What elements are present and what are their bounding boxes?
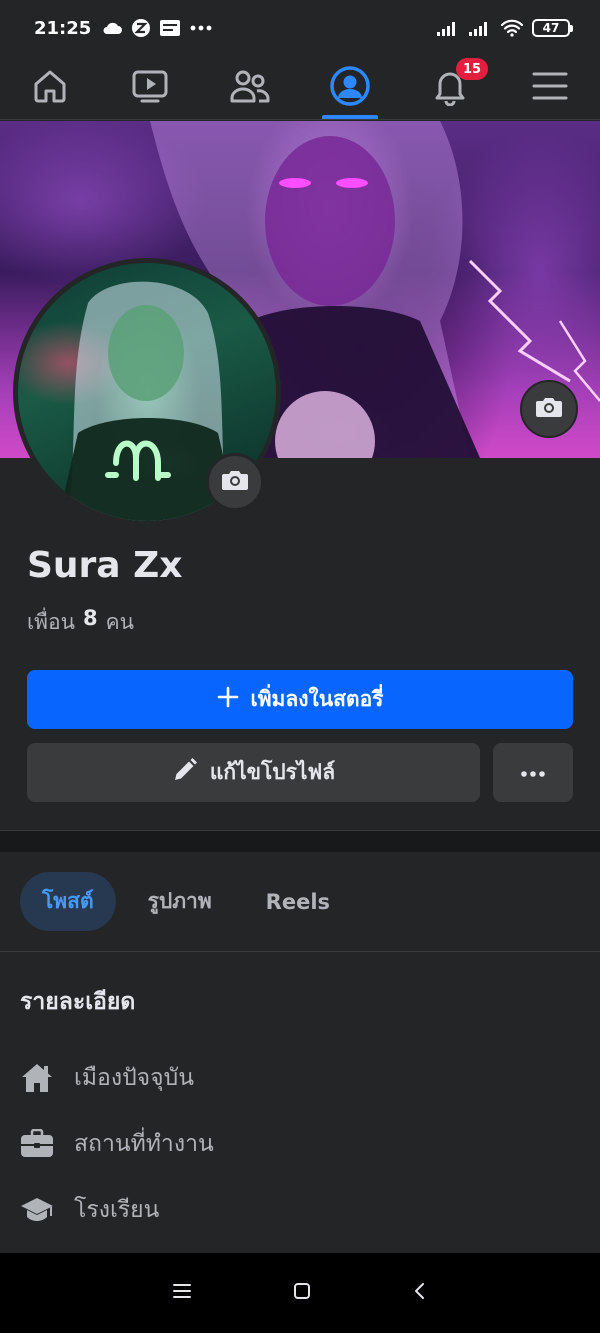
friends-prefix: เพื่อน <box>27 610 75 634</box>
top-nav: 15 <box>0 56 600 120</box>
add-story-button[interactable]: เพิ่มลงในสตอรี่ <box>27 670 573 729</box>
profile-tabs: โพสต์ รูปภาพ Reels <box>20 872 352 931</box>
detail-current-city[interactable]: เมืองปัจจุบัน <box>20 1060 194 1096</box>
friends-suffix: คน <box>105 610 135 634</box>
home-button-icon[interactable] <box>292 1281 312 1305</box>
detail-label: เมืองปัจจุบัน <box>74 1065 194 1091</box>
system-nav-bar <box>0 1253 600 1333</box>
nav-video[interactable] <box>100 56 200 119</box>
status-time: 21:25 <box>34 17 92 39</box>
cover-camera-button[interactable] <box>520 380 578 438</box>
plus-icon <box>217 686 239 713</box>
friends-number: 8 <box>83 606 98 630</box>
battery-icon: 47 <box>532 19 573 37</box>
detail-workplace[interactable]: สถานที่ทำงาน <box>20 1126 214 1162</box>
details-title: รายละเอียด <box>20 989 136 1015</box>
briefcase-icon <box>20 1127 54 1161</box>
tabs-divider <box>0 951 600 952</box>
detail-school[interactable]: โรงเรียน <box>20 1192 159 1228</box>
profile-name: Sura Zx <box>27 545 183 586</box>
nav-profile[interactable] <box>300 56 400 119</box>
cloud-icon <box>101 20 123 36</box>
back-icon[interactable] <box>412 1281 428 1305</box>
pencil-icon <box>172 757 198 788</box>
status-bar: 21:25 47 <box>0 0 600 56</box>
camera-icon <box>221 468 249 496</box>
menu-icon <box>531 69 569 107</box>
edit-profile-label: แก้ไขโปรไฟล์ <box>209 760 336 784</box>
nav-menu[interactable] <box>500 56 600 119</box>
webtoon-icon <box>159 18 181 38</box>
nav-notifications[interactable]: 15 <box>400 56 500 119</box>
edit-profile-button[interactable]: แก้ไขโปรไฟล์ <box>27 743 480 802</box>
detail-label: สถานที่ทำงาน <box>74 1131 214 1157</box>
nav-home[interactable] <box>0 56 100 119</box>
avatar-camera-button[interactable] <box>206 453 264 511</box>
section-divider <box>0 830 600 852</box>
more-options-button[interactable] <box>493 743 573 802</box>
tab-posts[interactable]: โพสต์ <box>20 872 116 931</box>
tab-photos[interactable]: รูปภาพ <box>126 872 234 931</box>
notification-badge: 15 <box>456 58 488 80</box>
home-icon <box>20 1061 54 1095</box>
recent-apps-icon[interactable] <box>172 1282 192 1304</box>
home-icon <box>30 66 70 110</box>
wifi-icon <box>500 19 524 37</box>
signal-icon <box>468 19 492 37</box>
add-story-label: เพิ่มลงในสตอรี่ <box>250 687 384 711</box>
video-icon <box>130 66 170 110</box>
signal-icon <box>436 19 460 37</box>
nav-friends[interactable] <box>200 56 300 119</box>
tab-reels[interactable]: Reels <box>244 872 352 931</box>
z-app-icon <box>131 18 151 38</box>
friends-count[interactable]: เพื่อน 8 คน <box>27 606 134 639</box>
more-dots-icon <box>520 763 546 782</box>
profile-icon <box>329 65 371 111</box>
detail-label: โรงเรียน <box>74 1197 160 1223</box>
friends-icon <box>229 66 271 110</box>
more-dots-icon <box>189 24 213 32</box>
graduation-cap-icon <box>20 1193 54 1227</box>
camera-icon <box>535 395 563 423</box>
